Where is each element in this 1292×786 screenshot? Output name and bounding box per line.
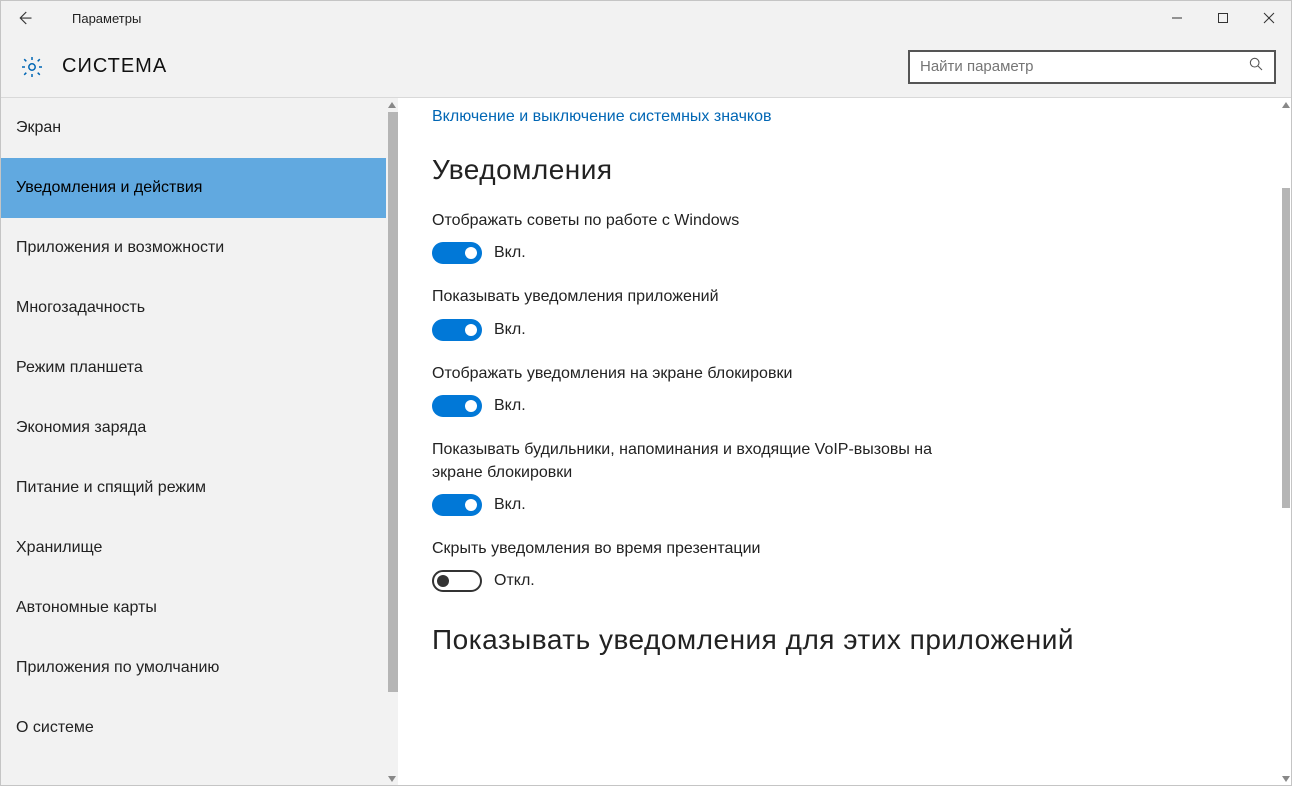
sidebar-item-label: Режим планшета bbox=[16, 359, 143, 377]
toggle-windows-tips[interactable] bbox=[432, 242, 482, 264]
sidebar-item-apps-features[interactable]: Приложения и возможности bbox=[0, 218, 386, 278]
sidebar-scrollbar-thumb[interactable] bbox=[388, 112, 398, 692]
sidebar-item-default-apps[interactable]: Приложения по умолчанию bbox=[0, 638, 386, 698]
minimize-icon bbox=[1171, 12, 1183, 24]
setting-label: Показывать уведомления приложений bbox=[432, 286, 952, 308]
sidebar-item-label: Экран bbox=[16, 119, 61, 137]
notifications-heading: Уведомления bbox=[432, 154, 1258, 186]
toggle-alarms-voip-lockscreen[interactable] bbox=[432, 494, 482, 516]
chevron-down-icon bbox=[1282, 776, 1290, 782]
toggle-state-text: Вкл. bbox=[494, 397, 526, 415]
sidebar-item-label: Уведомления и действия bbox=[16, 179, 202, 197]
section-title: СИСТЕМА bbox=[62, 55, 167, 78]
content-scroll-down[interactable] bbox=[1280, 772, 1292, 786]
sidebar-item-notifications[interactable]: Уведомления и действия bbox=[0, 158, 386, 218]
minimize-button[interactable] bbox=[1154, 0, 1200, 36]
close-icon bbox=[1263, 12, 1275, 24]
app-header: СИСТЕМА bbox=[0, 36, 1292, 98]
chevron-down-icon bbox=[388, 776, 396, 782]
toggle-lockscreen-notifications[interactable] bbox=[432, 395, 482, 417]
sidebar-scroll-up[interactable] bbox=[386, 98, 398, 112]
toggle-app-notifications[interactable] bbox=[432, 319, 482, 341]
toggle-hide-during-presentation[interactable] bbox=[432, 570, 482, 592]
sidebar-item-battery-saver[interactable]: Экономия заряда bbox=[0, 398, 386, 458]
sidebar: Экран Уведомления и действия Приложения … bbox=[0, 98, 398, 786]
maximize-icon bbox=[1217, 12, 1229, 24]
sidebar-item-label: О системе bbox=[16, 719, 94, 737]
content-scroll-up[interactable] bbox=[1280, 98, 1292, 112]
search-icon bbox=[1248, 56, 1264, 77]
search-input[interactable] bbox=[920, 58, 1248, 75]
close-button[interactable] bbox=[1246, 0, 1292, 36]
setting-label: Отображать советы по работе с Windows bbox=[432, 210, 952, 232]
chevron-up-icon bbox=[1282, 102, 1290, 108]
gear-icon bbox=[20, 55, 44, 79]
sidebar-item-label: Экономия заряда bbox=[16, 419, 146, 437]
toggle-state-text: Вкл. bbox=[494, 321, 526, 339]
sidebar-item-label: Многозадачность bbox=[16, 299, 145, 317]
setting-app-notifications: Показывать уведомления приложений Вкл. bbox=[432, 286, 952, 340]
sidebar-item-label: Приложения и возможности bbox=[16, 239, 224, 257]
search-box[interactable] bbox=[908, 50, 1276, 84]
toggle-state-text: Вкл. bbox=[494, 496, 526, 514]
back-button[interactable] bbox=[0, 0, 48, 36]
toggle-state-text: Вкл. bbox=[494, 244, 526, 262]
system-icons-link[interactable]: Включение и выключение системных значков bbox=[432, 108, 1258, 126]
setting-label: Отображать уведомления на экране блокиро… bbox=[432, 363, 952, 385]
sidebar-item-tablet-mode[interactable]: Режим планшета bbox=[0, 338, 386, 398]
content-scrollbar bbox=[1280, 98, 1292, 786]
setting-label: Скрыть уведомления во время презентации bbox=[432, 538, 952, 560]
maximize-button[interactable] bbox=[1200, 0, 1246, 36]
sidebar-item-label: Хранилище bbox=[16, 539, 102, 557]
sidebar-item-display[interactable]: Экран bbox=[0, 98, 386, 158]
window-title: Параметры bbox=[72, 11, 141, 26]
setting-lockscreen-notifications: Отображать уведомления на экране блокиро… bbox=[432, 363, 952, 417]
sidebar-item-multitasking[interactable]: Многозадачность bbox=[0, 278, 386, 338]
per-app-notifications-heading: Показывать уведомления для этих приложен… bbox=[432, 622, 1258, 657]
toggle-state-text: Откл. bbox=[494, 572, 535, 590]
sidebar-scroll-down[interactable] bbox=[386, 772, 398, 786]
setting-hide-during-presentation: Скрыть уведомления во время презентации … bbox=[432, 538, 952, 592]
content-area: Включение и выключение системных значков… bbox=[398, 98, 1292, 786]
sidebar-item-label: Автономные карты bbox=[16, 599, 157, 617]
setting-label: Показывать будильники, напоминания и вхо… bbox=[432, 439, 952, 484]
chevron-up-icon bbox=[388, 102, 396, 108]
sidebar-item-label: Питание и спящий режим bbox=[16, 479, 206, 497]
title-bar: Параметры bbox=[0, 0, 1292, 36]
sidebar-item-power-sleep[interactable]: Питание и спящий режим bbox=[0, 458, 386, 518]
setting-windows-tips: Отображать советы по работе с Windows Вк… bbox=[432, 210, 952, 264]
sidebar-item-storage[interactable]: Хранилище bbox=[0, 518, 386, 578]
content-scrollbar-thumb[interactable] bbox=[1282, 188, 1290, 508]
arrow-left-icon bbox=[15, 9, 33, 27]
sidebar-item-about[interactable]: О системе bbox=[0, 698, 386, 758]
setting-alarms-voip-lockscreen: Показывать будильники, напоминания и вхо… bbox=[432, 439, 952, 516]
sidebar-item-label: Приложения по умолчанию bbox=[16, 659, 219, 677]
sidebar-item-offline-maps[interactable]: Автономные карты bbox=[0, 578, 386, 638]
